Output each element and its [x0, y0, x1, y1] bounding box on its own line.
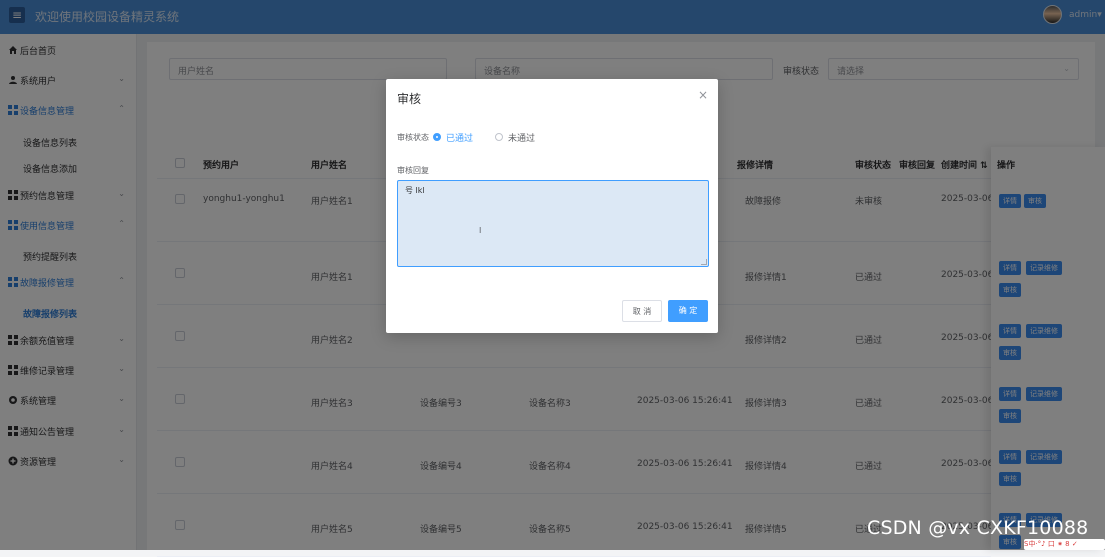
- radio-fail[interactable]: [495, 133, 503, 141]
- cancel-button[interactable]: 取 消: [622, 300, 662, 322]
- text-cursor-icon: I: [479, 226, 482, 235]
- dialog-title: 审核: [397, 92, 422, 106]
- audit-status-form-label: 审核状态: [397, 133, 429, 142]
- audit-reply-label: 审核回复: [397, 166, 429, 175]
- radio-pass[interactable]: [433, 133, 441, 141]
- watermark: CSDN @vx CXKF10088: [867, 517, 1089, 539]
- audit-dialog: 审核 × 审核状态 已通过 未通过 审核回复 号 lkl 取 消 确 定: [386, 79, 718, 333]
- audit-reply-textarea[interactable]: 号 lkl: [397, 180, 709, 267]
- radio-pass-label[interactable]: 已通过: [446, 131, 473, 144]
- resize-grip-icon[interactable]: [701, 259, 707, 265]
- tray-icons: S中·°♪ 口 ⁕ 8 ✓: [1024, 539, 1105, 550]
- confirm-button[interactable]: 确 定: [668, 300, 708, 322]
- close-icon[interactable]: ×: [698, 88, 708, 102]
- radio-fail-label[interactable]: 未通过: [508, 131, 535, 144]
